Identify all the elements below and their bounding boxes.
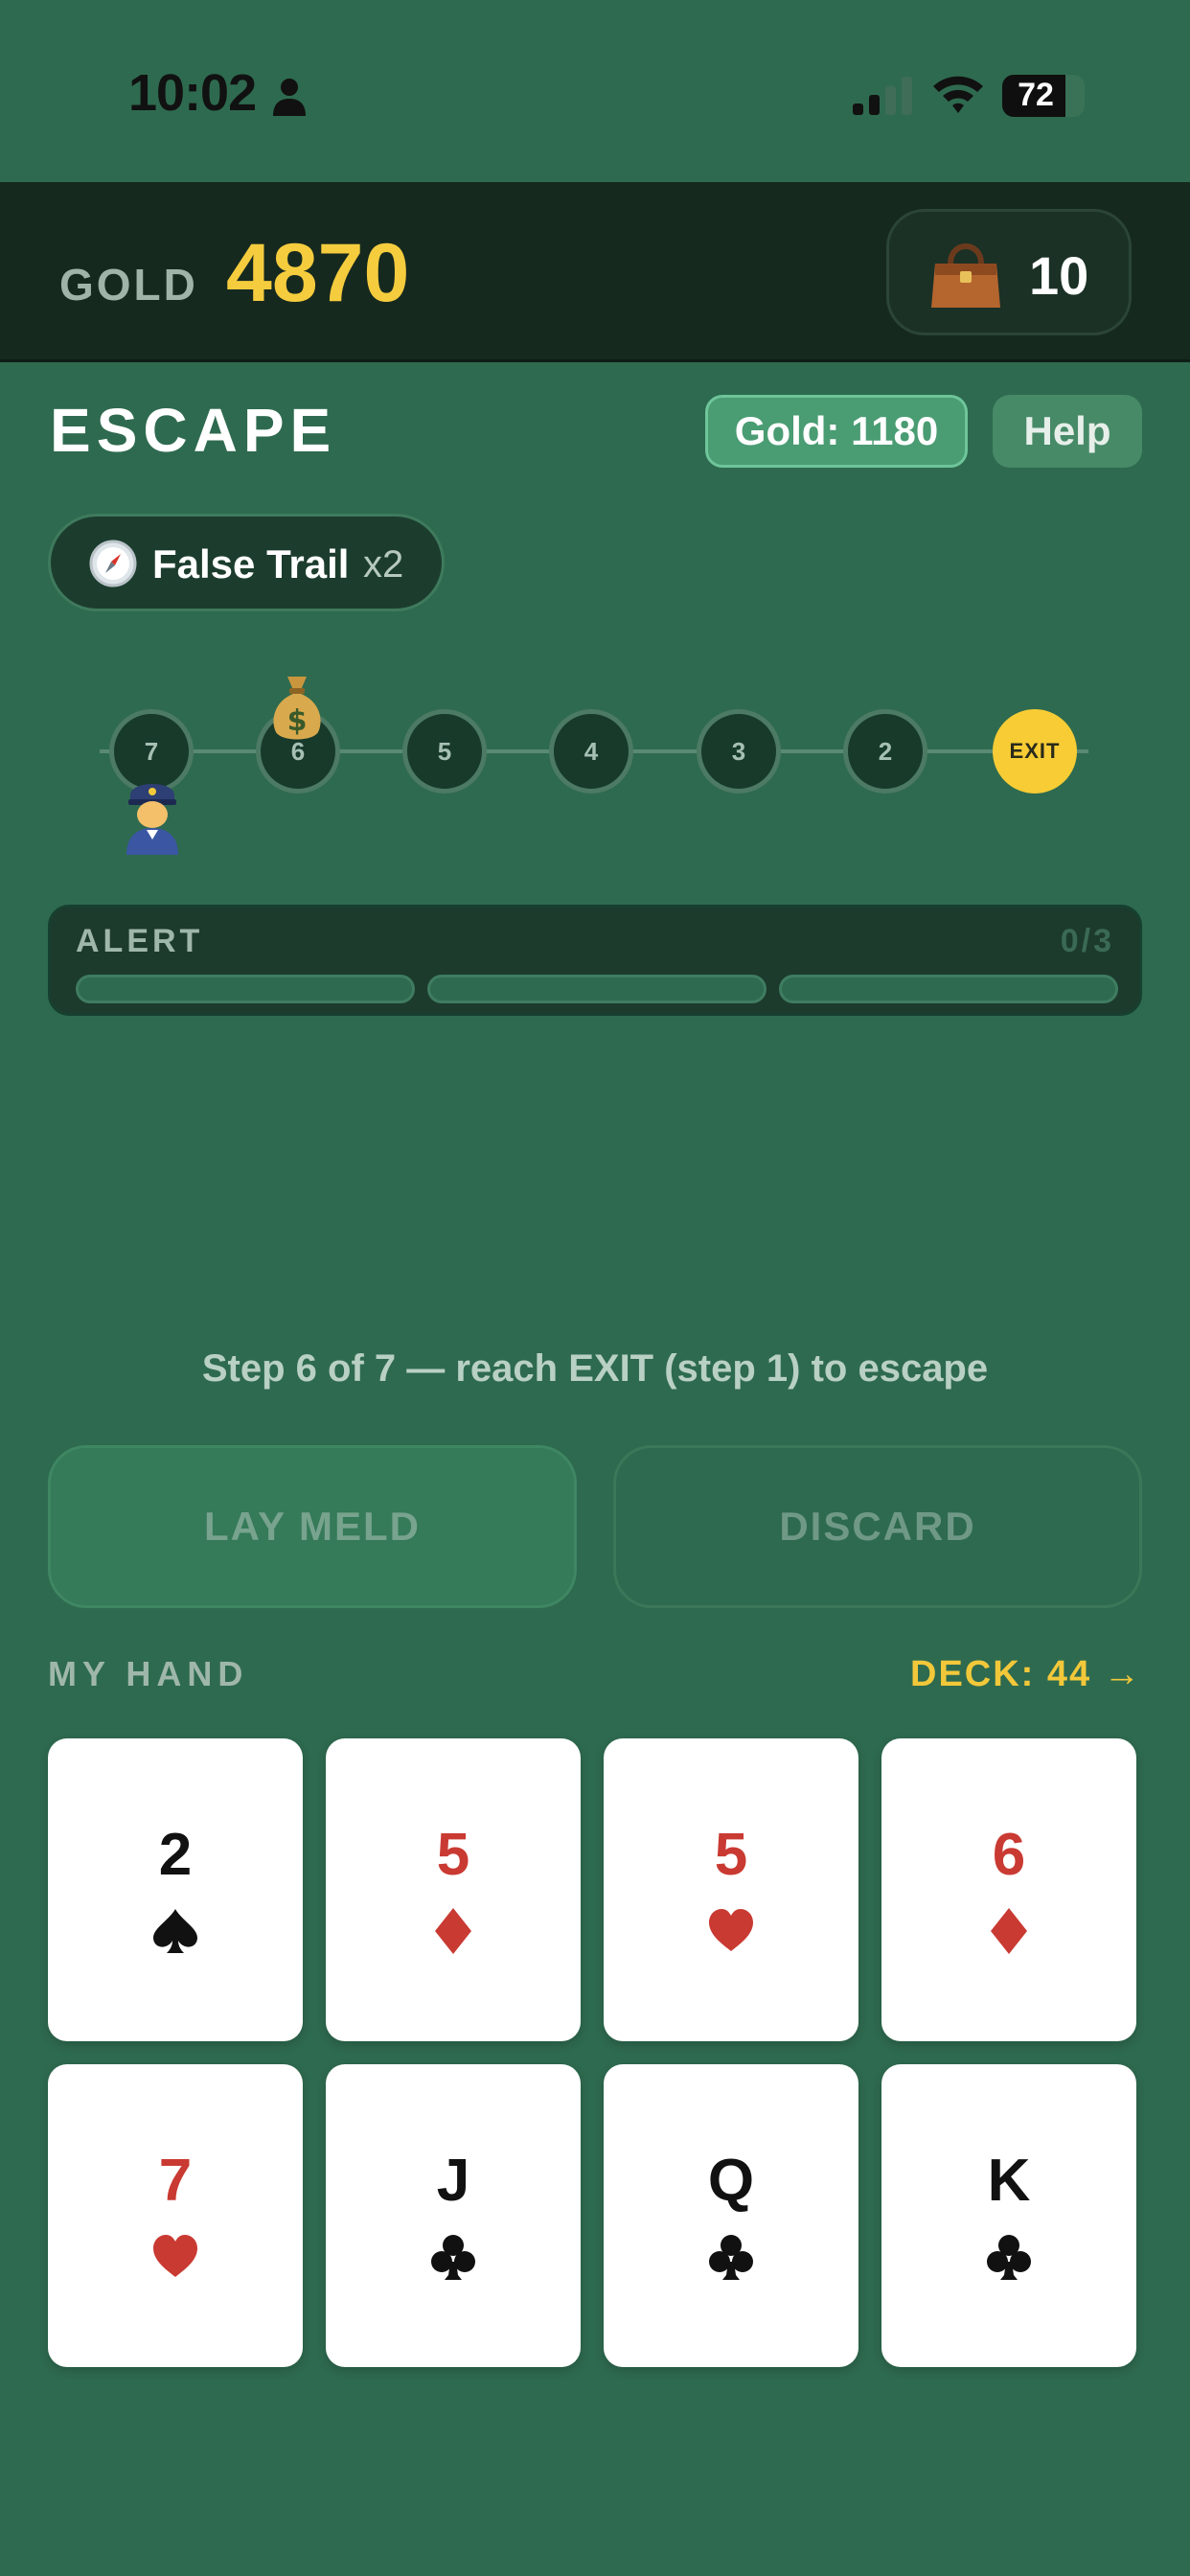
- alert-meter: ALERT 0/3: [48, 905, 1142, 1016]
- track-step-exit: EXIT: [993, 709, 1077, 794]
- club-icon: [709, 2235, 753, 2280]
- escape-gold-badge: Gold: 1180: [705, 395, 968, 468]
- card-rank: 6: [992, 1822, 1026, 1888]
- diamond-icon: [435, 1908, 471, 1954]
- alert-segment-2: [427, 975, 767, 1003]
- bag-button[interactable]: 10: [886, 209, 1132, 335]
- police-officer-icon: [126, 784, 178, 855]
- hand-card[interactable]: 5: [604, 1738, 858, 2041]
- gold-label: GOLD: [59, 260, 198, 310]
- false-trail-multiplier: x2: [363, 543, 404, 586]
- money-bag-icon: $: [273, 677, 321, 740]
- false-trail-powerup[interactable]: False Trail x2: [48, 514, 445, 611]
- page-title: ESCAPE: [50, 396, 337, 465]
- club-icon: [987, 2235, 1031, 2280]
- club-icon: [431, 2235, 475, 2280]
- card-rank: K: [987, 2148, 1031, 2214]
- card-rank: 2: [158, 1822, 193, 1888]
- track-step-3: 3: [697, 709, 781, 794]
- spade-icon: [153, 1909, 197, 1953]
- card-rank: 5: [714, 1822, 748, 1888]
- svg-text:$: $: [287, 704, 308, 738]
- hand-card[interactable]: Q: [604, 2064, 858, 2367]
- card-rank: J: [436, 2148, 470, 2214]
- card-rank: 7: [158, 2148, 193, 2214]
- handbag-icon: [931, 243, 1000, 308]
- gold-value: 4870: [226, 227, 410, 319]
- wifi-icon: [933, 76, 983, 113]
- hand-card[interactable]: 6: [881, 1738, 1136, 2041]
- alert-segment-1: [76, 975, 415, 1003]
- status-time: 10:02: [128, 64, 257, 122]
- card-rank: 5: [436, 1822, 470, 1888]
- alert-label: ALERT: [76, 923, 204, 959]
- hand-card[interactable]: 2: [48, 1738, 303, 2041]
- diamond-icon: [991, 1908, 1027, 1954]
- heart-icon: [709, 1909, 753, 1951]
- alert-segment-3: [779, 975, 1118, 1003]
- deck-button[interactable]: DECK: 44 →: [910, 1654, 1142, 1695]
- bag-count: 10: [1029, 245, 1089, 306]
- hand-label: MY HAND: [48, 1654, 249, 1693]
- battery-level: 72: [1018, 77, 1054, 113]
- person-icon: [273, 79, 306, 116]
- card-rank: Q: [707, 2148, 755, 2214]
- false-trail-label: False Trail: [152, 541, 350, 586]
- track-step-4: 4: [549, 709, 633, 794]
- signal-icon: [853, 77, 912, 115]
- lay-meld-button[interactable]: LAY MELD: [48, 1445, 577, 1608]
- compass-icon: [89, 540, 137, 587]
- track-step-5: 5: [402, 709, 487, 794]
- heart-icon: [153, 2235, 197, 2277]
- hand-card[interactable]: 5: [326, 1738, 581, 2041]
- alert-count: 0/3: [1060, 923, 1114, 959]
- hand-card[interactable]: J: [326, 2064, 581, 2367]
- discard-button[interactable]: DISCARD: [613, 1445, 1142, 1608]
- hand-card[interactable]: 7: [48, 2064, 303, 2367]
- hand-card[interactable]: K: [881, 2064, 1136, 2367]
- track-step-2: 2: [843, 709, 927, 794]
- battery-icon: 72: [1002, 75, 1085, 117]
- step-message: Step 6 of 7 — reach EXIT (step 1) to esc…: [201, 1347, 989, 1390]
- help-button[interactable]: Help: [993, 395, 1142, 468]
